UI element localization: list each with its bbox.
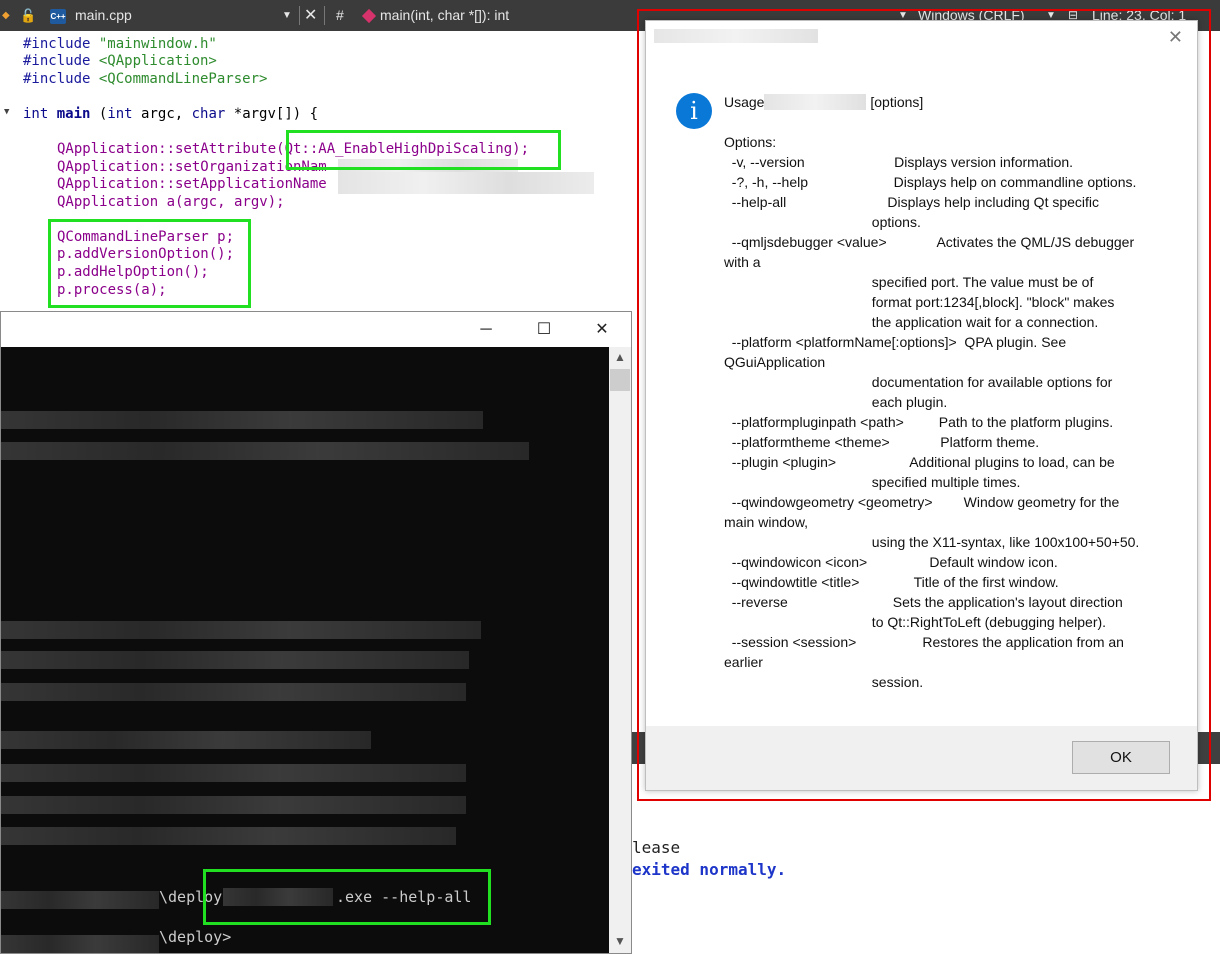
- highlight-box: [637, 9, 1211, 801]
- output-pane: lease exited normally.: [632, 836, 1220, 954]
- output-line: exited normally.: [632, 860, 787, 879]
- minimize-button[interactable]: ─: [457, 312, 515, 347]
- redacted-line: [1, 764, 466, 782]
- function-icon: [361, 9, 377, 24]
- file-name-selector[interactable]: main.cpp: [75, 0, 132, 31]
- arrow-marker-icon: ◆: [2, 10, 10, 21]
- redacted-line: [1, 935, 159, 953]
- code-line: int main (int argc, char *argv[]) {: [23, 106, 319, 122]
- code-line: #include "mainwindow.h": [23, 36, 217, 52]
- scroll-up-icon[interactable]: ▲: [609, 347, 631, 367]
- highlight-box: [286, 130, 561, 170]
- redacted-line: [1, 891, 159, 909]
- separator: [299, 6, 300, 25]
- redacted-line: [1, 411, 483, 429]
- close-button[interactable]: ✕: [573, 312, 631, 347]
- redacted-line: [1, 651, 469, 669]
- redacted-line: [1, 796, 466, 814]
- code-line: #include <QApplication>: [23, 53, 217, 69]
- redacted-line: [1, 683, 466, 701]
- redacted-text: [338, 172, 594, 194]
- console-prompt[interactable]: \deploy>: [159, 927, 231, 947]
- console-titlebar[interactable]: ─ ☐ ✕: [1, 312, 631, 347]
- separator: [324, 6, 325, 25]
- console-output[interactable]: \deploy .exe --help-all \deploy>: [1, 347, 609, 953]
- cpp-file-icon: C++: [50, 0, 66, 31]
- redacted-line: [1, 621, 481, 639]
- output-line: lease: [632, 838, 681, 857]
- highlight-box: [48, 219, 251, 308]
- maximize-button[interactable]: ☐: [515, 312, 573, 347]
- redacted-line: [1, 442, 529, 460]
- hash-icon: #: [336, 7, 344, 23]
- highlight-box: [203, 869, 491, 925]
- code-line: QApplication::setApplicationName: [57, 176, 327, 192]
- code-line: #include <QCommandLineParser>: [23, 71, 268, 87]
- fold-arrow-icon[interactable]: ▼: [4, 107, 9, 117]
- close-document-icon[interactable]: ✕: [304, 0, 317, 31]
- scroll-thumb[interactable]: [610, 369, 630, 391]
- scroll-down-icon[interactable]: ▼: [609, 931, 631, 951]
- redacted-line: [1, 731, 371, 749]
- code-line: QApplication a(argc, argv);: [57, 194, 285, 210]
- function-selector[interactable]: main(int, char *[]): int: [361, 0, 509, 31]
- console-window[interactable]: ─ ☐ ✕ \deploy .exe --help-all \deploy> ▲…: [0, 311, 632, 954]
- console-scrollbar[interactable]: ▲ ▼: [609, 347, 631, 953]
- redacted-line: [1, 827, 456, 845]
- chevron-down-icon[interactable]: ▼: [282, 0, 292, 31]
- lock-icon[interactable]: 🔓: [20, 0, 36, 31]
